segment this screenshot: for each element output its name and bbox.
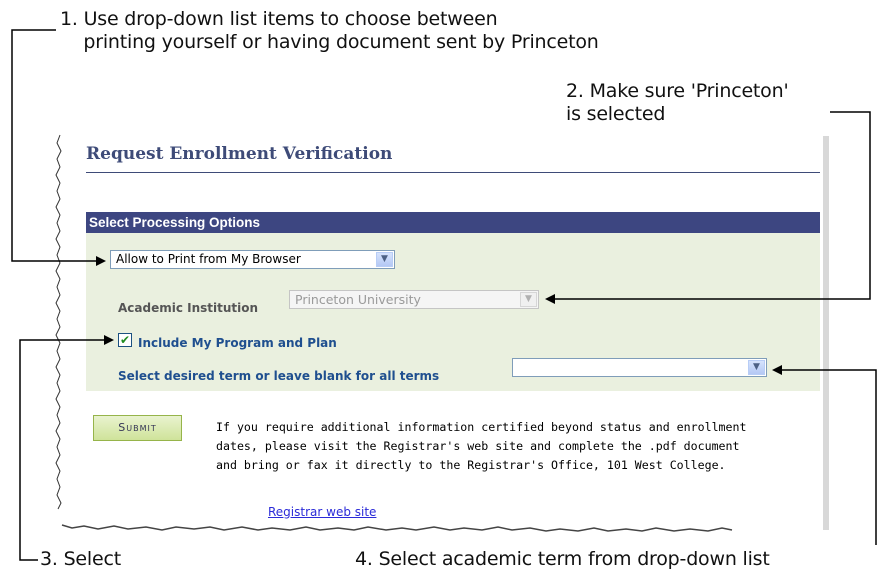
institution-value: Princeton University xyxy=(295,292,421,307)
institution-label: Academic Institution xyxy=(118,301,259,315)
page-title: Request Enrollment Verification xyxy=(86,144,393,164)
callout-1: 1. Use drop-down list items to choose be… xyxy=(60,8,599,53)
program-plan-checkbox[interactable]: ✔ xyxy=(118,333,132,347)
term-label: Select desired term or leave blank for a… xyxy=(118,369,440,383)
info-text: If you require additional information ce… xyxy=(216,420,747,472)
chevron-down-icon[interactable]: ▼ xyxy=(376,252,393,267)
callout-3: 3. Select xyxy=(40,548,121,570)
section-header: Select Processing Options xyxy=(86,212,820,233)
print-option-value: Allow to Print from My Browser xyxy=(116,252,301,266)
title-divider xyxy=(86,172,820,173)
submit-button[interactable]: Submit xyxy=(93,415,182,441)
program-plan-label[interactable]: Include My Program and Plan xyxy=(138,336,337,350)
term-select[interactable]: ▼ xyxy=(512,358,767,377)
registrar-link[interactable]: Registrar web site xyxy=(268,505,376,519)
submit-label: Submit xyxy=(118,421,157,434)
chevron-down-icon[interactable]: ▼ xyxy=(748,360,765,375)
institution-select[interactable]: Princeton University ▼ xyxy=(289,290,539,309)
chevron-down-icon[interactable]: ▼ xyxy=(520,292,537,307)
callout-2: 2. Make sure 'Princeton' is selected xyxy=(566,80,789,125)
callout-4: 4. Select academic term from drop-down l… xyxy=(355,548,770,570)
print-option-select[interactable]: Allow to Print from My Browser ▼ xyxy=(110,250,395,269)
